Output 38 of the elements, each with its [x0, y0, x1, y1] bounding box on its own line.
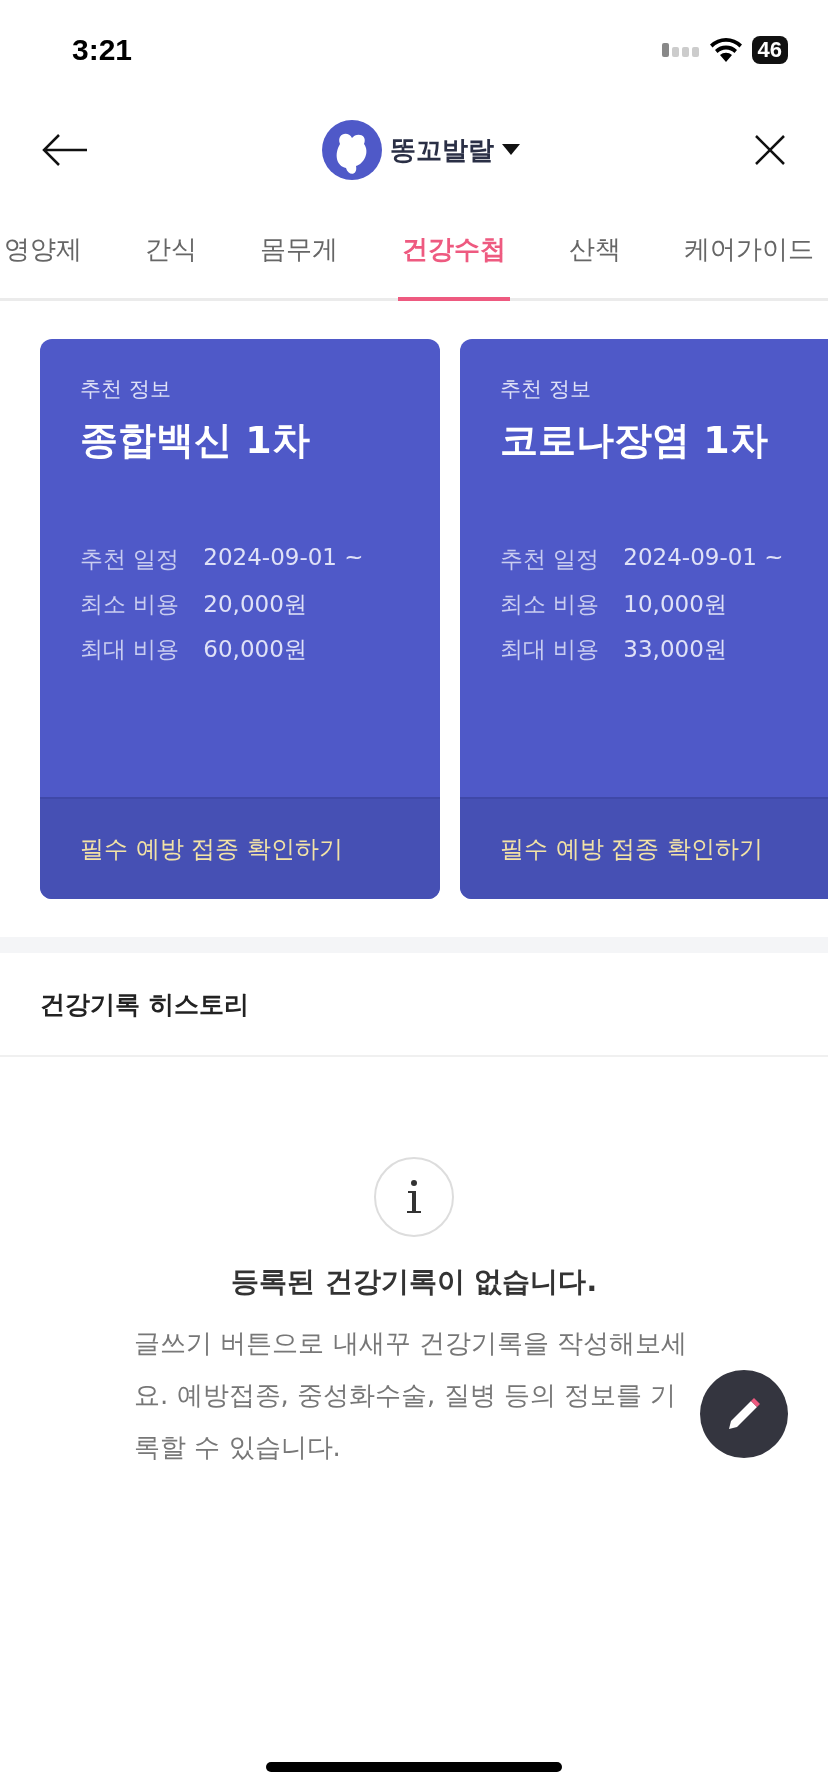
- info-label: 추천 일정: [500, 545, 600, 574]
- info-value: 2024-09-01 ~: [623, 544, 784, 572]
- info-label: 최소 비용: [80, 590, 180, 619]
- tab[interactable]: 산책: [564, 202, 625, 301]
- info-label: 최소 비용: [500, 590, 600, 619]
- card-title: 종합백신 1차: [80, 417, 311, 464]
- avatar-icon: [322, 120, 382, 180]
- vaccine-check-link[interactable]: 필수 예방 접종 확인하기: [460, 797, 828, 899]
- card-label: 추천 정보: [500, 376, 592, 403]
- tab[interactable]: 간식: [141, 202, 202, 301]
- info-label: 최대 비용: [500, 635, 600, 664]
- back-arrow-icon[interactable]: [42, 133, 88, 167]
- tab[interactable]: 영양제: [0, 202, 86, 301]
- pet-selector[interactable]: 똥꼬발랄: [322, 120, 520, 180]
- pencil-icon: [727, 1397, 761, 1431]
- info-value: 33,000원: [623, 635, 727, 664]
- info-icon: [374, 1157, 454, 1237]
- close-icon[interactable]: [754, 134, 786, 166]
- wifi-icon: [709, 38, 742, 62]
- signal-icon: [661, 43, 700, 57]
- tab[interactable]: 몸무게: [256, 202, 343, 301]
- info-value: 60,000원: [203, 635, 307, 664]
- info-value: 20,000원: [203, 590, 307, 619]
- empty-title: 등록된 건강기록이 없습니다.: [230, 1264, 598, 1300]
- tab[interactable]: 케어가이드: [679, 202, 818, 301]
- caret-icon: [502, 144, 520, 156]
- vaccine-check-link[interactable]: 필수 예방 접종 확인하기: [40, 797, 440, 899]
- info-value: 2024-09-01 ~: [203, 544, 364, 572]
- empty-description: 글쓰기 버튼으로 내새꾸 건강기록을 작성해보세요. 예방접종, 중성화수술, 질병 등의 정보를 기록할 수 있습니다.: [134, 1327, 689, 1464]
- tab[interactable]: 건강수첩: [397, 202, 510, 301]
- status-time: 3:21: [72, 33, 133, 67]
- card-label: 추천 정보: [80, 376, 172, 403]
- info-value: 10,000원: [623, 590, 727, 619]
- section-title: 건강기록 히스토리: [0, 953, 828, 1057]
- info-label: 추천 일정: [80, 545, 180, 574]
- battery-indicator: 46: [751, 36, 788, 64]
- card-title: 코로나장염 1차: [500, 417, 769, 464]
- info-label: 최대 비용: [80, 635, 180, 664]
